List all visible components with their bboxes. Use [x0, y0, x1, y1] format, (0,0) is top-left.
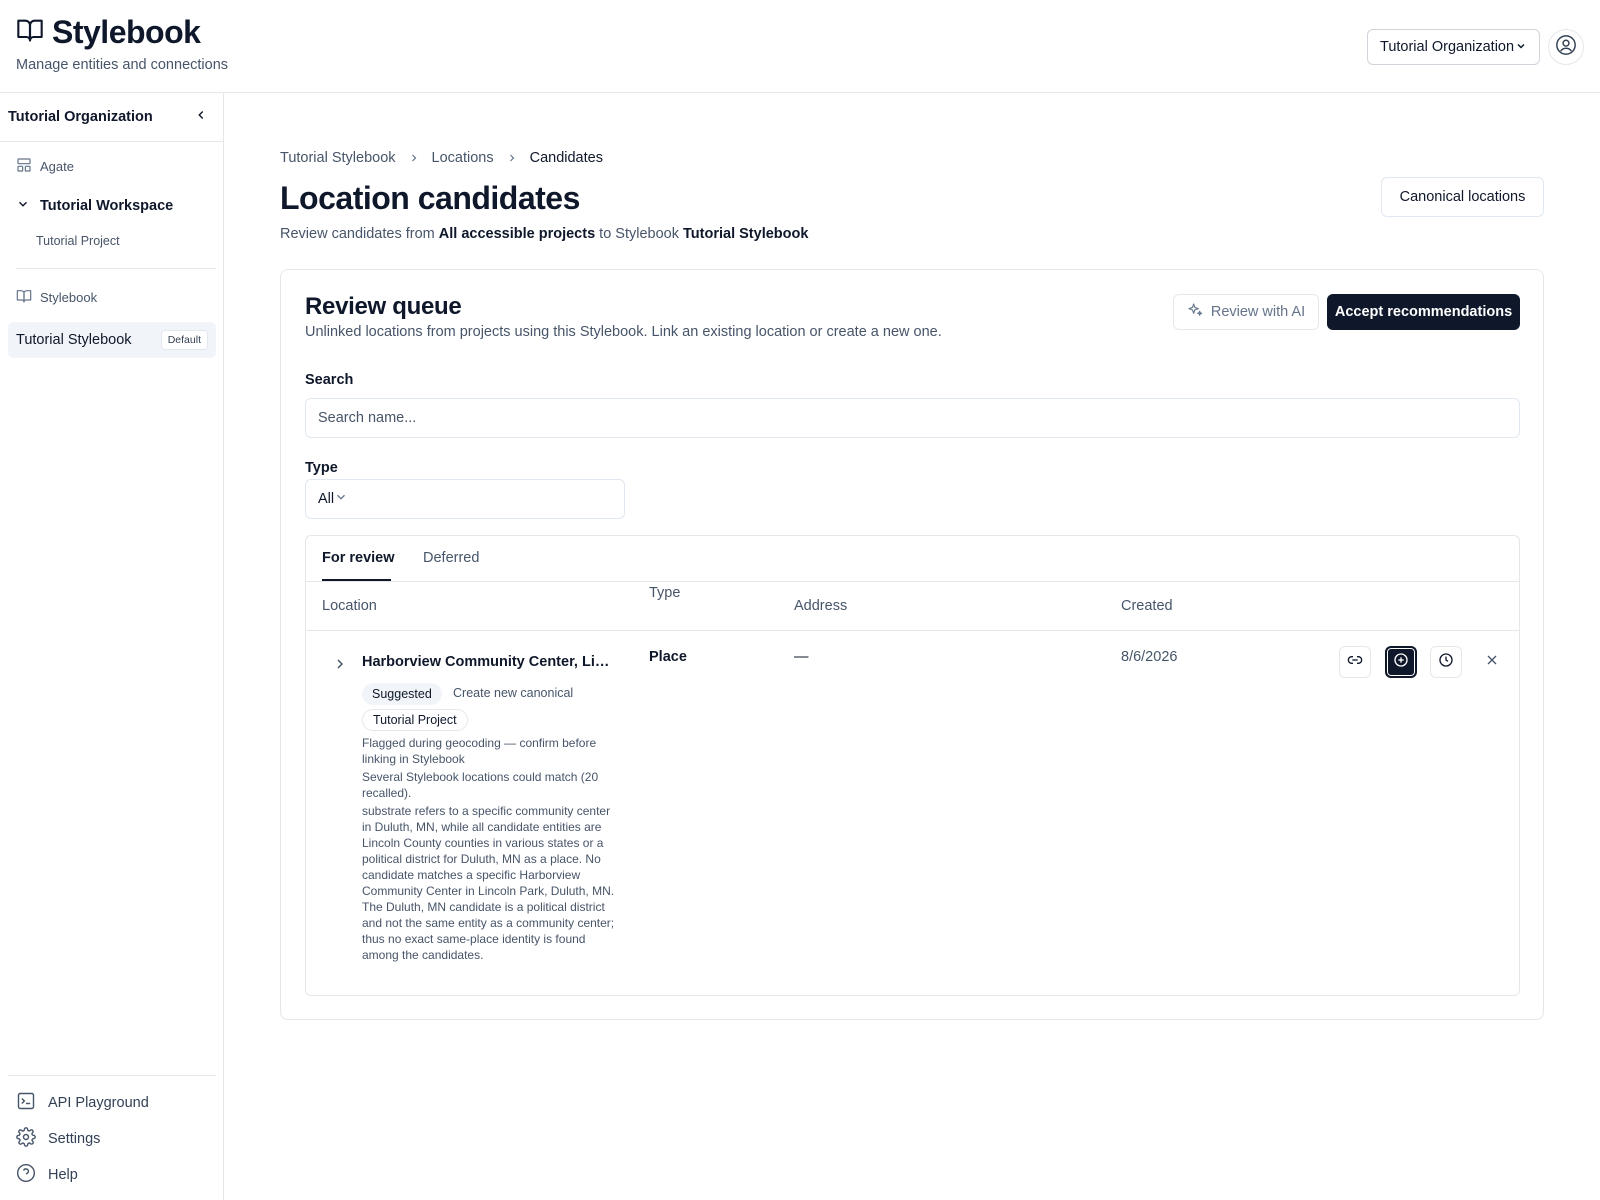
canonical-locations-button[interactable]: Canonical locations — [1381, 177, 1544, 217]
suggested-badge: Suggested — [362, 683, 442, 705]
match-note: Several Stylebook locations could match … — [362, 770, 599, 800]
table-header: Location Type Address Created — [306, 582, 1519, 631]
sidebar-item-workspace[interactable]: Tutorial Workspace — [16, 197, 173, 215]
dismiss-button[interactable] — [1476, 646, 1508, 678]
type-label: Type — [305, 460, 338, 476]
chevron-down-icon — [1515, 40, 1527, 55]
layout-icon — [16, 157, 40, 176]
sidebar-item-settings[interactable]: Settings — [16, 1127, 100, 1151]
sidebar-item-label: Help — [48, 1167, 78, 1183]
breadcrumb-current: Candidates — [529, 150, 603, 166]
tab-bar: For review Deferred — [306, 536, 1519, 582]
app-header: Stylebook Manage entities and connection… — [0, 0, 1600, 93]
chevron-down-icon — [334, 490, 348, 508]
tab-active-indicator — [322, 579, 391, 581]
page-subtitle: Review candidates from All accessible pr… — [280, 226, 808, 242]
link-existing-button[interactable] — [1339, 646, 1371, 678]
sidebar-divider — [16, 268, 216, 269]
brand-title: Stylebook — [52, 14, 201, 50]
sidebar-item-project[interactable]: Tutorial Project — [36, 234, 120, 248]
sparkles-icon — [1187, 302, 1211, 322]
suggested-action-text: Create new canonical — [453, 686, 574, 700]
page-subtitle-mid: to Stylebook — [599, 226, 679, 242]
org-select-value: Tutorial Organization — [1380, 39, 1515, 55]
breadcrumb-link-locations[interactable]: Locations — [432, 150, 494, 166]
sidebar-item-label: Tutorial Workspace — [40, 198, 174, 214]
accept-recommendations-button[interactable]: Accept recommendations — [1327, 294, 1520, 330]
chevron-right-icon — [506, 152, 518, 164]
column-header-type: Type — [649, 585, 681, 601]
clock-icon — [1438, 652, 1454, 673]
plus-circle-icon — [1393, 652, 1409, 673]
search-label: Search — [305, 372, 354, 388]
column-header-location: Location — [322, 598, 377, 614]
page-subtitle-source: All accessible projects — [438, 226, 596, 242]
breadcrumb-link-stylebook[interactable]: Tutorial Stylebook — [280, 150, 396, 166]
sidebar-divider — [0, 141, 223, 142]
defer-button[interactable] — [1430, 646, 1462, 678]
sidebar-org-name: Tutorial Organization — [8, 109, 153, 125]
location-address: — — [794, 649, 809, 665]
review-with-ai-label: Review with AI — [1210, 304, 1306, 320]
brand-subtitle: Manage entities and connections — [16, 57, 229, 73]
search-input[interactable] — [305, 398, 1520, 438]
sidebar-divider — [8, 1075, 216, 1076]
ai-reasoning: substrate refers to a specific community… — [362, 804, 615, 962]
geocoding-warning: Flagged during geocoding — confirm befor… — [362, 736, 597, 766]
column-header-created: Created — [1121, 598, 1173, 614]
default-badge: Default — [160, 330, 208, 350]
create-canonical-button[interactable] — [1385, 646, 1417, 678]
sidebar-item-agate[interactable]: Agate — [16, 157, 74, 176]
user-circle-icon — [1555, 34, 1577, 61]
sidebar: Tutorial Organization Agate Tutorial Wor… — [0, 93, 224, 1200]
location-name[interactable]: Harborview Community Center, Lincoln Par… — [362, 654, 614, 670]
tab-for-review[interactable]: For review — [322, 550, 395, 566]
page-subtitle-target: Tutorial Stylebook — [683, 226, 809, 242]
user-menu-button[interactable] — [1548, 29, 1584, 65]
review-queue-title: Review queue — [305, 293, 462, 320]
gear-icon — [16, 1127, 48, 1151]
project-badge: Tutorial Project — [362, 709, 468, 731]
page-title: Location candidates — [280, 180, 580, 216]
help-circle-icon — [16, 1163, 48, 1187]
tab-deferred[interactable]: Deferred — [423, 550, 479, 566]
org-select[interactable]: Tutorial Organization — [1367, 29, 1540, 65]
column-header-address: Address — [794, 598, 848, 614]
sidebar-item-label: API Playground — [48, 1095, 149, 1111]
link-icon — [1347, 652, 1363, 673]
location-created: 8/6/2026 — [1121, 649, 1178, 665]
close-icon — [1484, 652, 1500, 673]
chevron-left-icon — [194, 108, 208, 127]
sidebar-item-label: Stylebook — [40, 290, 98, 305]
review-with-ai-button[interactable]: Review with AI — [1173, 294, 1319, 330]
sidebar-item-active-stylebook[interactable]: Tutorial Stylebook Default — [8, 322, 216, 358]
book-icon — [16, 288, 40, 307]
terminal-icon — [16, 1091, 48, 1115]
brand[interactable]: Stylebook — [16, 14, 201, 51]
candidates-table: For review Deferred Location Type Addres… — [305, 535, 1520, 996]
sidebar-item-label: Settings — [48, 1131, 101, 1147]
sidebar-collapse-button[interactable] — [191, 107, 211, 127]
review-queue-subtitle: Unlinked locations from projects using t… — [305, 324, 942, 340]
page-subtitle-prefix: Review candidates from — [280, 226, 435, 242]
sidebar-section-stylebook[interactable]: Stylebook — [16, 288, 97, 307]
sidebar-item-label: Agate — [40, 159, 74, 174]
sidebar-item-label: Tutorial Stylebook — [16, 332, 132, 348]
book-icon — [16, 16, 44, 49]
type-select-value: All — [318, 491, 335, 507]
type-select[interactable]: All — [305, 479, 625, 519]
sidebar-item-api-playground[interactable]: API Playground — [16, 1091, 149, 1115]
chevron-right-icon[interactable] — [332, 656, 348, 672]
review-queue-card: Review queue Unlinked locations from pro… — [280, 269, 1544, 1020]
sidebar-item-help[interactable]: Help — [16, 1163, 78, 1187]
chevron-right-icon — [408, 152, 420, 164]
breadcrumb: Tutorial Stylebook Locations Candidates — [280, 150, 603, 166]
chevron-down-icon — [16, 197, 40, 215]
location-type: Place — [649, 649, 687, 665]
